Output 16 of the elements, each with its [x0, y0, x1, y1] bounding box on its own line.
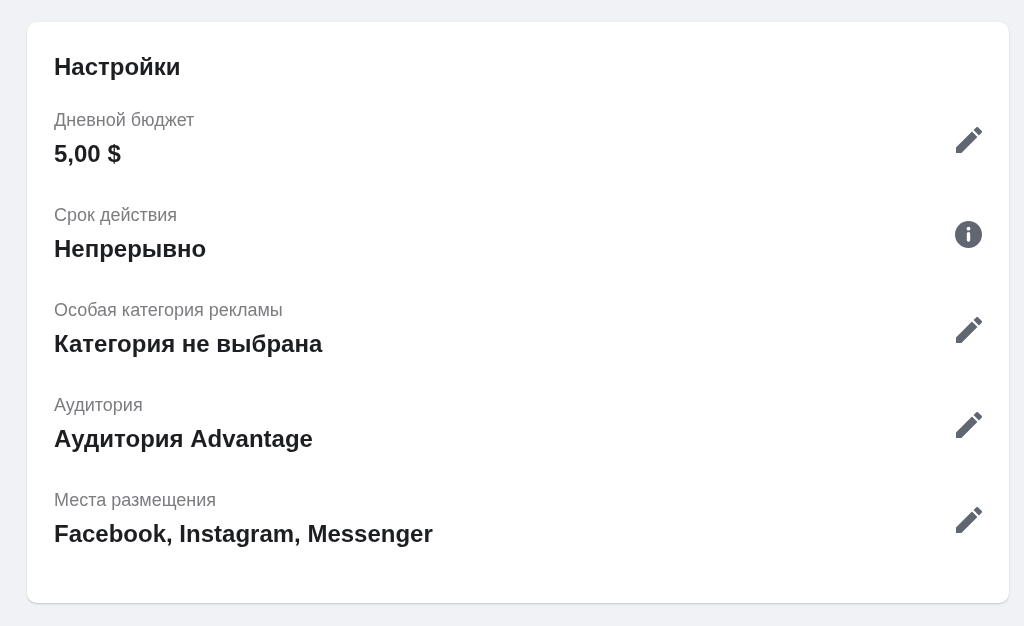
setting-label: Аудитория: [54, 394, 143, 417]
info-icon[interactable]: [955, 221, 982, 248]
setting-label: Места размещения: [54, 489, 217, 512]
setting-label: Срок действия: [54, 204, 178, 227]
setting-label: Особая категория рекламы: [54, 299, 283, 322]
setting-value: Аудитория Advantage: [54, 424, 313, 454]
setting-value: Категория не выбрана: [54, 329, 323, 359]
pencil-icon[interactable]: [956, 126, 982, 153]
setting-label: Дневной бюджет: [54, 109, 195, 132]
setting-value: Непрерывно: [54, 234, 207, 264]
pencil-icon[interactable]: [956, 316, 982, 343]
setting-value: 5,00 $: [54, 139, 121, 169]
card-title: Настройки: [54, 52, 181, 82]
pencil-icon[interactable]: [956, 506, 982, 533]
setting-value: Facebook, Instagram, Messenger: [54, 519, 433, 549]
pencil-icon[interactable]: [956, 411, 982, 438]
